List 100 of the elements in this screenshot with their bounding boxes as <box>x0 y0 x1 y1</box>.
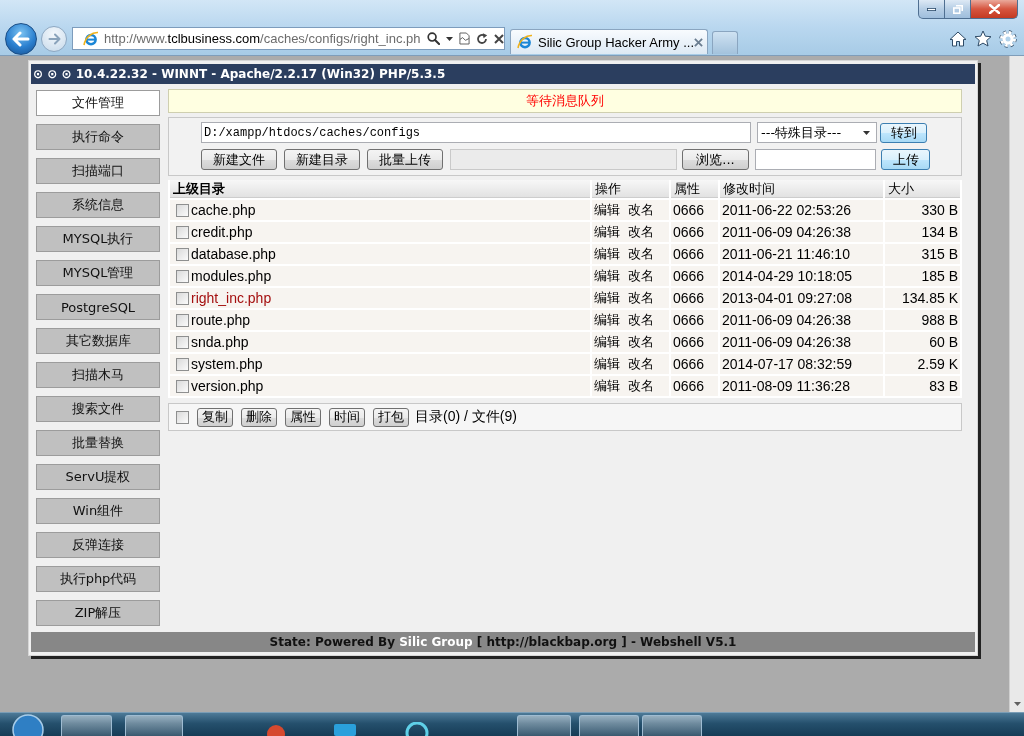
caret-down-icon[interactable] <box>445 36 453 41</box>
browser-tab[interactable]: Silic Group Hacker Army ... <box>510 29 708 54</box>
row-checkbox[interactable] <box>176 203 189 217</box>
menu-item[interactable]: 文件管理 <box>36 90 160 116</box>
action-link[interactable]: 改名 <box>628 289 654 307</box>
file-name-link[interactable]: system.php <box>191 356 263 372</box>
broken-page-icon[interactable] <box>458 32 470 45</box>
action-link[interactable]: 编辑 <box>594 289 620 307</box>
action-link[interactable]: 改名 <box>628 245 654 263</box>
table-cell: 2011-06-09 04:26:38 <box>720 310 883 330</box>
path-field[interactable]: D:/xampp/htdocs/caches/configs <box>201 122 751 143</box>
input-field[interactable] <box>755 149 876 170</box>
new-tab-button[interactable] <box>712 31 738 54</box>
action-link[interactable]: 改名 <box>628 311 654 329</box>
action-link[interactable]: 编辑 <box>594 223 620 241</box>
menu-item[interactable]: 扫描端口 <box>36 158 160 184</box>
action-link[interactable]: 编辑 <box>594 311 620 329</box>
action-link[interactable]: 编辑 <box>594 377 620 395</box>
table-cell: 185 B <box>885 266 960 286</box>
action-link[interactable]: 改名 <box>628 223 654 241</box>
close-icon[interactable] <box>493 33 504 44</box>
action-button[interactable]: 打包 <box>373 407 409 427</box>
parent-directory-link[interactable]: 上级目录 <box>170 180 590 198</box>
restore-button[interactable] <box>945 0 971 19</box>
table-cell: 330 B <box>885 200 960 220</box>
taskbar-button[interactable] <box>517 715 571 736</box>
file-path-field[interactable] <box>450 149 677 170</box>
row-checkbox[interactable] <box>176 357 189 371</box>
file-name-link[interactable]: database.php <box>191 246 276 262</box>
action-link[interactable]: 改名 <box>628 355 654 373</box>
menu-item[interactable]: 反弹连接 <box>36 532 160 558</box>
menu-item[interactable]: ServU提权 <box>36 464 160 490</box>
app-icon[interactable] <box>333 722 357 736</box>
footer-text: State: Powered By Silic Group [ http://blackbap.org ] - Webshell V5.1 <box>269 635 737 649</box>
action-link[interactable]: 编辑 <box>594 201 620 219</box>
action-button[interactable]: 新建目录 <box>284 149 360 170</box>
action-button[interactable]: 属性 <box>285 407 321 427</box>
action-link[interactable]: 编辑 <box>594 333 620 351</box>
browse-button[interactable]: 浏览... <box>682 149 749 170</box>
menu-item[interactable]: MYSQL执行 <box>36 226 160 252</box>
search-icon[interactable] <box>426 32 440 45</box>
row-checkbox[interactable] <box>176 247 189 261</box>
row-checkbox[interactable] <box>176 379 189 393</box>
file-name-link[interactable]: route.php <box>191 312 251 328</box>
action-link[interactable]: 改名 <box>628 267 654 285</box>
action-button[interactable]: 删除 <box>241 407 277 427</box>
special-directory-select[interactable]: ---特殊目录--- <box>757 122 877 143</box>
home-icon[interactable] <box>949 30 967 47</box>
taskbar-button[interactable] <box>642 715 702 736</box>
menu-item[interactable]: 系统信息 <box>36 192 160 218</box>
settings-icon[interactable] <box>999 29 1017 48</box>
action-link[interactable]: 改名 <box>628 201 654 219</box>
action-button[interactable]: 新建文件 <box>201 149 277 170</box>
file-name-link[interactable]: cache.php <box>191 202 256 218</box>
menu-item[interactable]: 搜索文件 <box>36 396 160 422</box>
select-all-checkbox[interactable] <box>176 410 189 424</box>
action-link[interactable]: 编辑 <box>594 267 620 285</box>
menu-item[interactable]: PostgreSQL <box>36 294 160 320</box>
action-link[interactable]: 改名 <box>628 333 654 351</box>
table-cell: 0666 <box>671 222 718 242</box>
file-name-link[interactable]: version.php <box>191 378 264 394</box>
scrollbar[interactable] <box>1009 56 1024 712</box>
menu-item[interactable]: MYSQL管理 <box>36 260 160 286</box>
file-name-link[interactable]: modules.php <box>191 268 272 284</box>
star-icon[interactable] <box>974 30 992 47</box>
menu-item[interactable]: 其它数据库 <box>36 328 160 354</box>
minimize-button[interactable] <box>918 0 945 19</box>
address-field[interactable]: http://www.tclbusiness.com/caches/configs/right_inc.ph <box>72 27 505 50</box>
action-link[interactable]: 编辑 <box>594 355 620 373</box>
go-button[interactable]: 转到 <box>880 122 927 143</box>
row-checkbox[interactable] <box>176 269 189 283</box>
close-button[interactable] <box>971 0 1018 19</box>
file-name-link[interactable]: right_inc.php <box>191 290 272 306</box>
taskbar-button[interactable] <box>125 715 183 736</box>
file-name-link[interactable]: credit.php <box>191 224 253 240</box>
table-cell: 2014-07-17 08:32:59 <box>720 354 883 374</box>
action-button[interactable]: 复制 <box>197 407 233 427</box>
forward-button[interactable] <box>41 25 67 52</box>
start-orb-icon[interactable] <box>12 713 44 736</box>
menu-item[interactable]: 执行命令 <box>36 124 160 150</box>
menu-item[interactable]: Win组件 <box>36 498 160 524</box>
row-checkbox[interactable] <box>176 313 189 327</box>
menu-item[interactable]: ZIP解压 <box>36 600 160 626</box>
action-link[interactable]: 改名 <box>628 377 654 395</box>
upload-button[interactable]: 上传 <box>881 149 930 170</box>
refresh-icon[interactable] <box>475 32 488 45</box>
row-checkbox[interactable] <box>176 335 189 349</box>
action-link[interactable]: 编辑 <box>594 245 620 263</box>
file-name-link[interactable]: snda.php <box>191 334 249 350</box>
action-button[interactable]: 批量上传 <box>367 149 443 170</box>
taskbar-button[interactable] <box>579 715 639 736</box>
menu-item[interactable]: 扫描木马 <box>36 362 160 388</box>
app-icon[interactable] <box>405 722 429 736</box>
menu-item[interactable]: 批量替换 <box>36 430 160 456</box>
taskbar-button[interactable] <box>61 715 112 736</box>
action-button[interactable]: 时间 <box>329 407 365 427</box>
row-checkbox[interactable] <box>176 225 189 239</box>
row-checkbox[interactable] <box>176 291 189 305</box>
menu-item[interactable]: 执行php代码 <box>36 566 160 592</box>
back-button[interactable] <box>5 22 37 55</box>
